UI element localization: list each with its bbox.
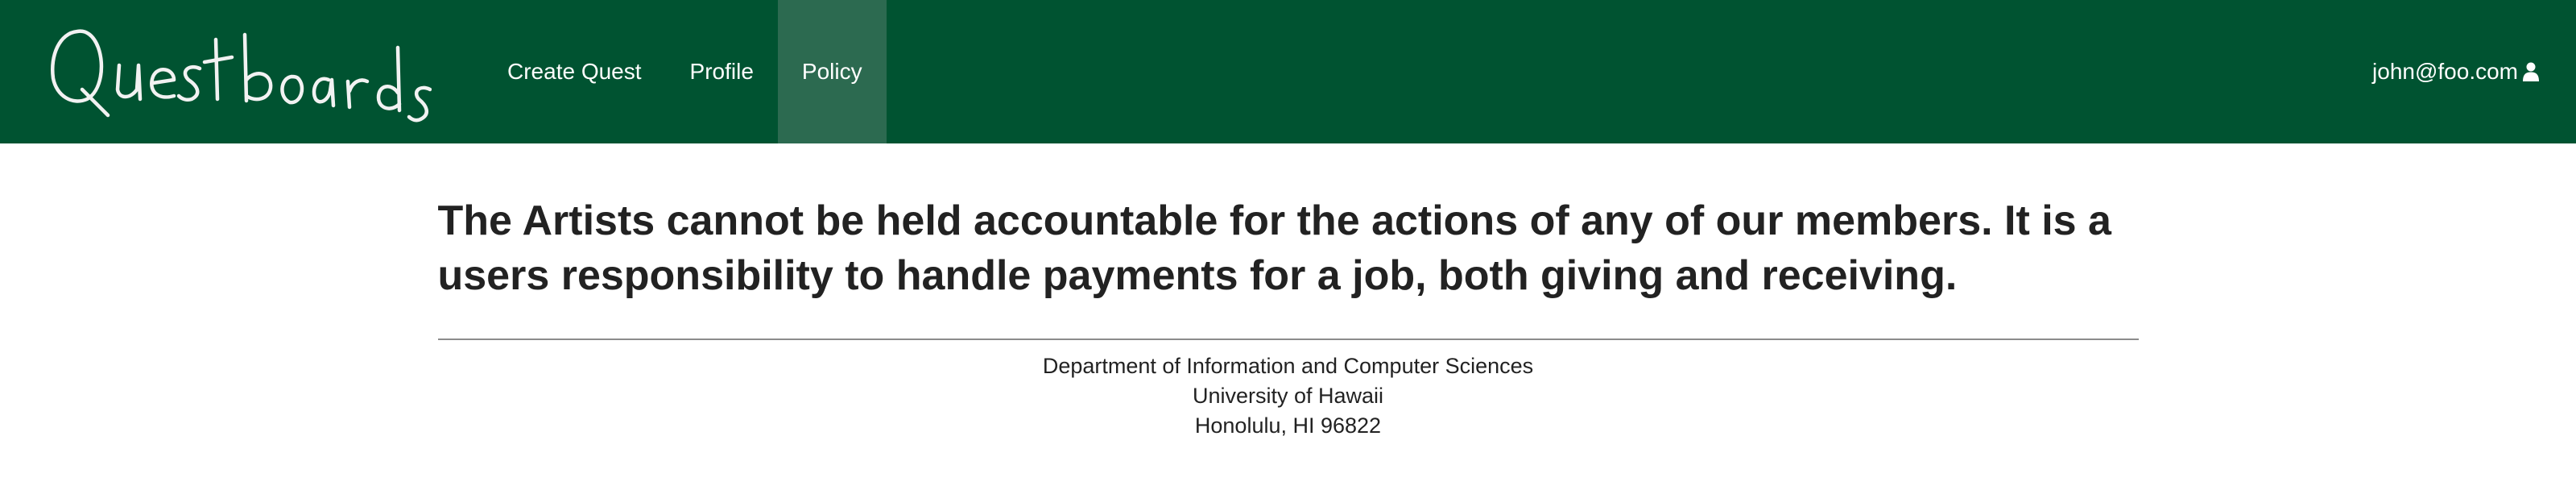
main-nav: Create Quest Profile Policy bbox=[483, 0, 887, 143]
nav-item-label: Policy bbox=[801, 59, 862, 84]
footer-university: University of Hawaii bbox=[1192, 384, 1384, 408]
nav-item-policy[interactable]: Policy bbox=[777, 0, 887, 143]
footer-address: Honolulu, HI 96822 bbox=[1194, 413, 1382, 438]
user-icon bbox=[2523, 62, 2539, 81]
questboards-logo bbox=[51, 29, 432, 123]
nav-item-label: Create Quest bbox=[507, 59, 642, 84]
navbar: Create Quest Profile Policy john@foo.com bbox=[0, 0, 2576, 143]
nav-item-profile[interactable]: Profile bbox=[666, 0, 778, 143]
user-menu[interactable]: john@foo.com bbox=[2372, 0, 2539, 143]
footer-department: Department of Information and Computer S… bbox=[1042, 354, 1534, 378]
main-content: The Artists cannot be held accountable f… bbox=[437, 143, 2139, 441]
nav-item-create-quest[interactable]: Create Quest bbox=[483, 0, 666, 143]
user-email: john@foo.com bbox=[2372, 59, 2518, 84]
footer: Department of Information and Computer S… bbox=[438, 340, 2139, 441]
policy-statement: The Artists cannot be held accountable f… bbox=[437, 197, 2111, 299]
nav-item-label: Profile bbox=[689, 59, 754, 84]
brand-logo[interactable] bbox=[0, 0, 483, 143]
